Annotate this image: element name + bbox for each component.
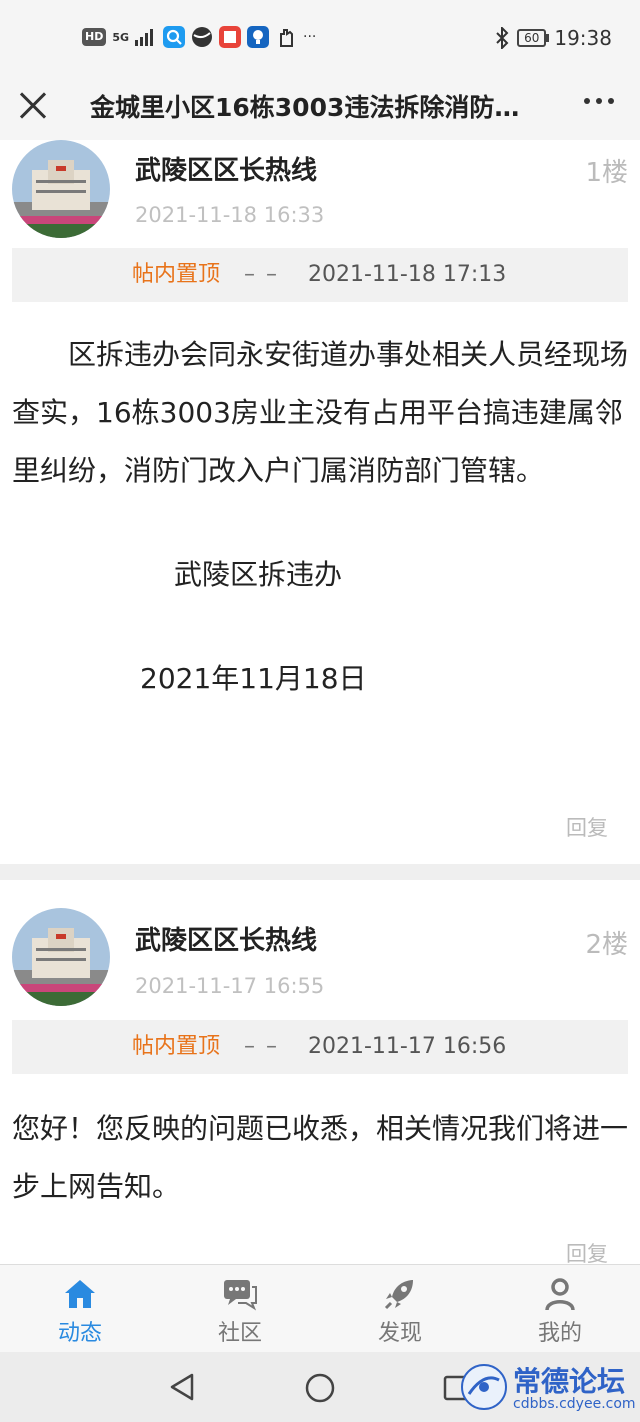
pinned-dash: – –: [244, 262, 279, 287]
author-name[interactable]: 武陵区区长热线: [135, 150, 317, 187]
user-icon: [545, 1278, 575, 1311]
pinned-time: 2021-11-17 16:56: [308, 1034, 507, 1059]
pinned-bar: 帖内置顶 – – 2021-11-17 16:56: [12, 1020, 628, 1074]
author-name[interactable]: 武陵区区长热线: [135, 920, 317, 957]
signal-icon: [135, 29, 154, 46]
nav-label: 发现: [377, 1321, 422, 1346]
floor-number: 1楼: [585, 158, 628, 188]
bulb-app-icon: [247, 26, 270, 48]
forum-logo-icon: [461, 1364, 507, 1410]
back-icon[interactable]: [168, 1372, 196, 1402]
status-icons-left: HD 5G ···: [82, 26, 316, 48]
bottom-nav: 动态 社区 发现 我的: [0, 1264, 640, 1353]
nav-label: 我的: [537, 1321, 582, 1346]
page-title: 金城里小区16栋3003违法拆除消防…: [90, 93, 520, 122]
post-card-2: 武陵区区长热线 2楼 2021-11-17 16:55 帖内置顶 – – 202…: [0, 880, 640, 1266]
post-signature: 武陵区拆违办: [62, 558, 343, 591]
nav-item-mine[interactable]: 我的: [480, 1265, 640, 1353]
watermark-text: 常德论坛: [513, 1365, 626, 1398]
nav-label: 动态: [57, 1321, 102, 1346]
close-icon[interactable]: [14, 86, 52, 124]
more-options-icon[interactable]: [584, 98, 614, 104]
post-body: 您好！您反映的问题已收悉，相关情况我们将进一步上网告知。: [12, 1100, 628, 1216]
post-spacer: [12, 604, 628, 650]
system-nav-bar: 常德论坛 cdbbs.cdyee.com: [0, 1352, 640, 1422]
status-bar: HD 5G ··· 60 19:38: [0, 0, 640, 76]
rocket-icon: [384, 1280, 413, 1310]
post-spacer: [12, 500, 628, 546]
top-app-bar: 金城里小区16栋3003违法拆除消防…: [0, 76, 640, 140]
hd-badge: HD: [82, 28, 107, 46]
pinned-label: 帖内置顶: [132, 1034, 221, 1059]
clock: 19:38: [554, 26, 612, 50]
nav-item-discover[interactable]: 发现: [320, 1265, 480, 1353]
ball-app-icon: [192, 27, 213, 47]
bluetooth-icon: [496, 27, 509, 49]
nav-item-dynamic[interactable]: 动态: [0, 1265, 160, 1353]
home-circle-icon[interactable]: [304, 1372, 336, 1404]
avatar[interactable]: [12, 908, 110, 1006]
pinned-bar: 帖内置顶 – – 2021-11-18 17:13: [12, 248, 628, 302]
network-5g-label: 5G: [112, 30, 130, 44]
floor-number: 2楼: [585, 930, 628, 960]
avatar[interactable]: [12, 140, 110, 238]
post-paragraph: 您好！您反映的问题已收悉，相关情况我们将进一步上网告知。: [12, 1112, 629, 1203]
home-icon: [65, 1280, 95, 1308]
post-date: 2021年11月18日: [56, 662, 367, 695]
hand-app-icon: [280, 29, 294, 47]
book-app-icon: [219, 26, 242, 48]
status-icons-right: 60 19:38: [495, 26, 612, 50]
more-status-icon: ···: [303, 29, 317, 45]
pinned-label: 帖内置顶: [132, 262, 221, 287]
watermark: 常德论坛 cdbbs.cdyee.com: [455, 1358, 636, 1418]
battery-icon: 60: [517, 29, 550, 47]
pinned-time: 2021-11-18 17:13: [308, 262, 507, 287]
post-paragraph: 区拆违办会同永安街道办事处相关人员经现场查实，16栋3003房业主没有占用平台搞…: [12, 338, 629, 487]
search-app-icon: [163, 26, 186, 48]
chat-icon: [224, 1280, 257, 1311]
nav-label: 社区: [217, 1321, 262, 1346]
pinned-dash: – –: [244, 1034, 279, 1059]
watermark-url: cdbbs.cdyee.com: [513, 1396, 636, 1412]
nav-item-community[interactable]: 社区: [160, 1265, 320, 1353]
post-time: 2021-11-17 16:55: [135, 974, 325, 998]
post-time: 2021-11-18 16:33: [135, 203, 325, 227]
post-card-1: 武陵区区长热线 1楼 2021-11-18 16:33 帖内置顶 – – 202…: [0, 140, 640, 864]
reply-button[interactable]: 回复: [566, 812, 608, 842]
post-body: 区拆违办会同永安街道办事处相关人员经现场查实，16栋3003房业主没有占用平台搞…: [12, 326, 628, 708]
